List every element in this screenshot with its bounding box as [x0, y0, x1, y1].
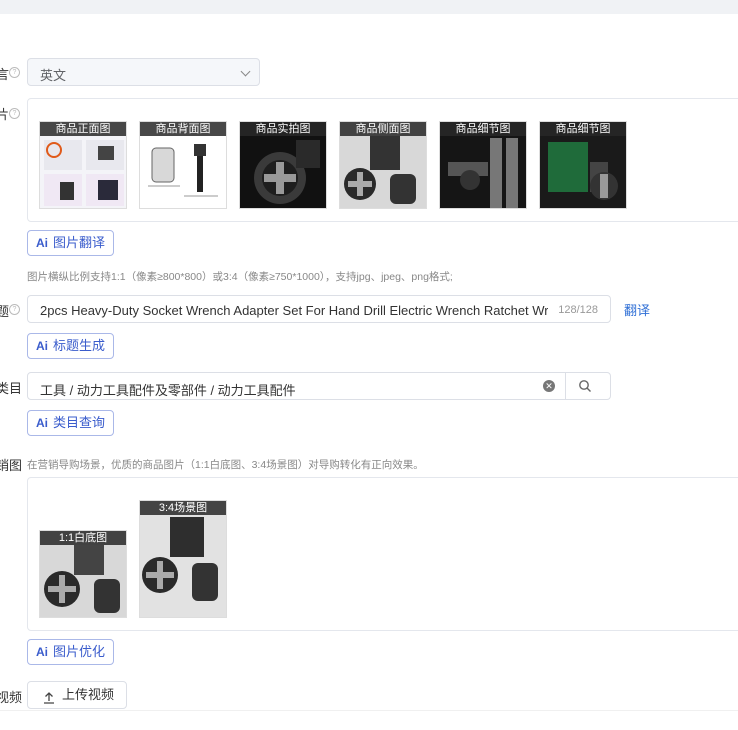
- image-caption: 商品正面图: [40, 122, 126, 136]
- product-images-box: 商品正面图 商品背面图 商品实拍图 商品侧面图 商品细节图 商品细节图: [27, 98, 738, 222]
- marketing-image-square[interactable]: 1:1白底图: [39, 530, 127, 618]
- image-format-hint: 图片横纵比例支持1:1（像素≥800*800）或3:4（像素≥750*1000）…: [27, 271, 453, 283]
- image-translate-label: 图片翻译: [53, 235, 106, 250]
- images-label: 片: [0, 107, 10, 122]
- help-icon[interactable]: ?: [9, 108, 20, 119]
- chevron-down-icon: [240, 66, 251, 77]
- product-image-1[interactable]: 商品正面图: [39, 121, 127, 209]
- title-char-count: 128/128: [558, 304, 598, 316]
- title-generate-label: 标题生成: [53, 338, 106, 353]
- ai-icon: Ai: [36, 416, 48, 430]
- product-image-2[interactable]: 商品背面图: [139, 121, 227, 209]
- upload-video-label: 上传视频: [62, 687, 115, 702]
- marketing-photo-scene: [142, 517, 218, 601]
- marketing-images-box: 1:1白底图 3:4场景图: [27, 477, 738, 631]
- image-caption: 商品背面图: [140, 122, 226, 136]
- translate-link[interactable]: 翻译: [624, 300, 650, 319]
- top-bar: [0, 0, 738, 14]
- marketing-hint: 在营销导购场景，优质的商品图片（1:1白底图、3:4场景图）对导购转化有正向效果…: [27, 459, 424, 471]
- title-value: 2pcs Heavy-Duty Socket Wrench Adapter Se…: [40, 303, 548, 318]
- ai-icon: Ai: [36, 645, 48, 659]
- image-caption: 商品实拍图: [240, 122, 326, 136]
- marketing-image-scene[interactable]: 3:4场景图: [139, 500, 227, 618]
- video-label: 视频: [0, 690, 23, 705]
- ai-icon: Ai: [36, 236, 48, 250]
- image-caption: 1:1白底图: [40, 531, 126, 545]
- title-generate-button[interactable]: Ai 标题生成: [27, 333, 115, 359]
- ai-icon: Ai: [36, 339, 48, 353]
- product-image-6[interactable]: 商品细节图: [539, 121, 627, 209]
- help-icon[interactable]: ?: [9, 67, 20, 78]
- image-caption: 商品细节图: [540, 122, 626, 136]
- image-caption: 3:4场景图: [140, 501, 226, 515]
- product-image-3[interactable]: 商品实拍图: [239, 121, 327, 209]
- divider: [565, 373, 566, 399]
- clear-icon[interactable]: ✕: [543, 380, 555, 392]
- image-optimize-label: 图片优化: [53, 644, 106, 659]
- category-query-label: 类目查询: [53, 415, 106, 430]
- category-label: 类目: [0, 381, 23, 396]
- image-translate-button[interactable]: Ai 图片翻译: [27, 230, 115, 256]
- help-icon[interactable]: ?: [9, 304, 20, 315]
- marketing-label: 销图: [0, 458, 23, 473]
- category-query-button[interactable]: Ai 类目查询: [27, 410, 115, 436]
- language-label: 言: [0, 67, 10, 82]
- image-caption: 商品细节图: [440, 122, 526, 136]
- divider: [0, 710, 738, 711]
- category-value: 工具 / 动力工具配件及零部件 / 动力工具配件: [40, 383, 296, 398]
- image-optimize-button[interactable]: Ai 图片优化: [27, 639, 115, 665]
- image-caption: 商品侧面图: [340, 122, 426, 136]
- upload-video-button[interactable]: 上传视频: [27, 681, 127, 709]
- product-image-4[interactable]: 商品侧面图: [339, 121, 427, 209]
- language-value: 英文: [40, 68, 67, 83]
- title-input[interactable]: 2pcs Heavy-Duty Socket Wrench Adapter Se…: [27, 295, 611, 323]
- category-input[interactable]: 工具 / 动力工具配件及零部件 / 动力工具配件 ✕: [27, 372, 611, 400]
- language-select[interactable]: 英文: [27, 58, 260, 86]
- product-image-5[interactable]: 商品细节图: [439, 121, 527, 209]
- title-label: 题: [0, 304, 10, 319]
- search-icon[interactable]: [578, 379, 592, 398]
